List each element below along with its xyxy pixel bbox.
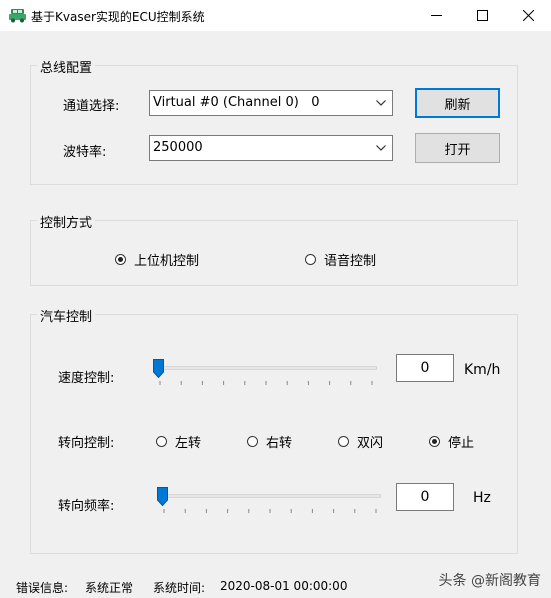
- freq-slider-ticks: [163, 509, 377, 513]
- radio-indicator: [156, 436, 167, 447]
- freq-value-box[interactable]: 0: [396, 483, 454, 511]
- close-button[interactable]: [505, 0, 551, 31]
- chevron-down-icon: [376, 145, 386, 151]
- radio-turn-left-label: 左转: [175, 436, 202, 451]
- radio-indicator: [115, 254, 126, 265]
- minimize-icon: [430, 15, 442, 16]
- watermark: 头条 @新阁教育: [438, 573, 541, 589]
- channel-select-value: Virtual #0 (Channel 0) 0: [153, 95, 320, 110]
- radio-hazard[interactable]: 双闪: [338, 432, 383, 451]
- radio-indicator: [429, 436, 440, 447]
- radio-turn-right[interactable]: 右转: [247, 432, 292, 451]
- control-mode-group-label: 控制方式: [37, 212, 96, 231]
- maximize-button[interactable]: [459, 0, 505, 31]
- freq-slider[interactable]: [157, 487, 387, 517]
- radio-voice-control-label: 语音控制: [324, 254, 377, 269]
- turn-label: 转向控制:: [58, 436, 115, 451]
- app-car-icon: [9, 9, 26, 23]
- freq-unit: Hz: [473, 490, 491, 506]
- baud-select[interactable]: 250000: [149, 135, 393, 161]
- radio-hazard-label: 双闪: [357, 436, 384, 451]
- radio-host-control-label: 上位机控制: [134, 254, 200, 269]
- radio-host-control[interactable]: 上位机控制: [115, 250, 199, 269]
- speed-unit: Km/h: [464, 362, 501, 378]
- channel-select[interactable]: Virtual #0 (Channel 0) 0: [149, 90, 393, 116]
- freq-slider-thumb[interactable]: [157, 487, 168, 506]
- radio-indicator: [338, 436, 349, 447]
- chevron-down-icon: [376, 100, 386, 106]
- radio-stop-label: 停止: [448, 436, 475, 451]
- baud-select-value: 250000: [153, 140, 203, 155]
- speed-slider[interactable]: [153, 359, 383, 389]
- error-label: 错误信息:: [16, 581, 69, 595]
- open-button[interactable]: 打开: [415, 133, 500, 163]
- radio-turn-left[interactable]: 左转: [156, 432, 201, 451]
- car-control-group-label: 汽车控制: [37, 306, 96, 325]
- speed-value-box[interactable]: 0: [396, 354, 454, 382]
- speed-label: 速度控制:: [58, 371, 115, 386]
- freq-label: 转向频率:: [58, 499, 115, 514]
- speed-slider-track: [155, 366, 377, 370]
- radio-stop[interactable]: 停止: [429, 432, 474, 451]
- radio-indicator: [305, 254, 316, 265]
- control-mode-group: [30, 220, 518, 286]
- channel-label: 通道选择:: [63, 99, 120, 114]
- refresh-button[interactable]: 刷新: [415, 88, 500, 118]
- time-value: 2020-08-01 00:00:00: [220, 579, 348, 593]
- title-bar[interactable]: 基于Kvaser实现的ECU控制系统: [0, 0, 551, 31]
- bus-config-group-label: 总线配置: [37, 57, 96, 76]
- speed-slider-ticks: [159, 381, 373, 385]
- time-label: 系统时间:: [153, 581, 206, 595]
- bus-config-group: [30, 65, 518, 185]
- minimize-button[interactable]: [413, 0, 459, 31]
- speed-slider-thumb[interactable]: [153, 359, 164, 378]
- maximize-icon: [476, 10, 488, 21]
- error-value: 系统正常: [85, 581, 134, 595]
- baud-label: 波特率:: [63, 145, 107, 160]
- radio-indicator: [247, 436, 258, 447]
- radio-voice-control[interactable]: 语音控制: [305, 250, 376, 269]
- freq-slider-track: [159, 494, 381, 498]
- window-title: 基于Kvaser实现的ECU控制系统: [31, 10, 205, 24]
- close-icon: [522, 10, 534, 21]
- radio-turn-right-label: 右转: [266, 436, 293, 451]
